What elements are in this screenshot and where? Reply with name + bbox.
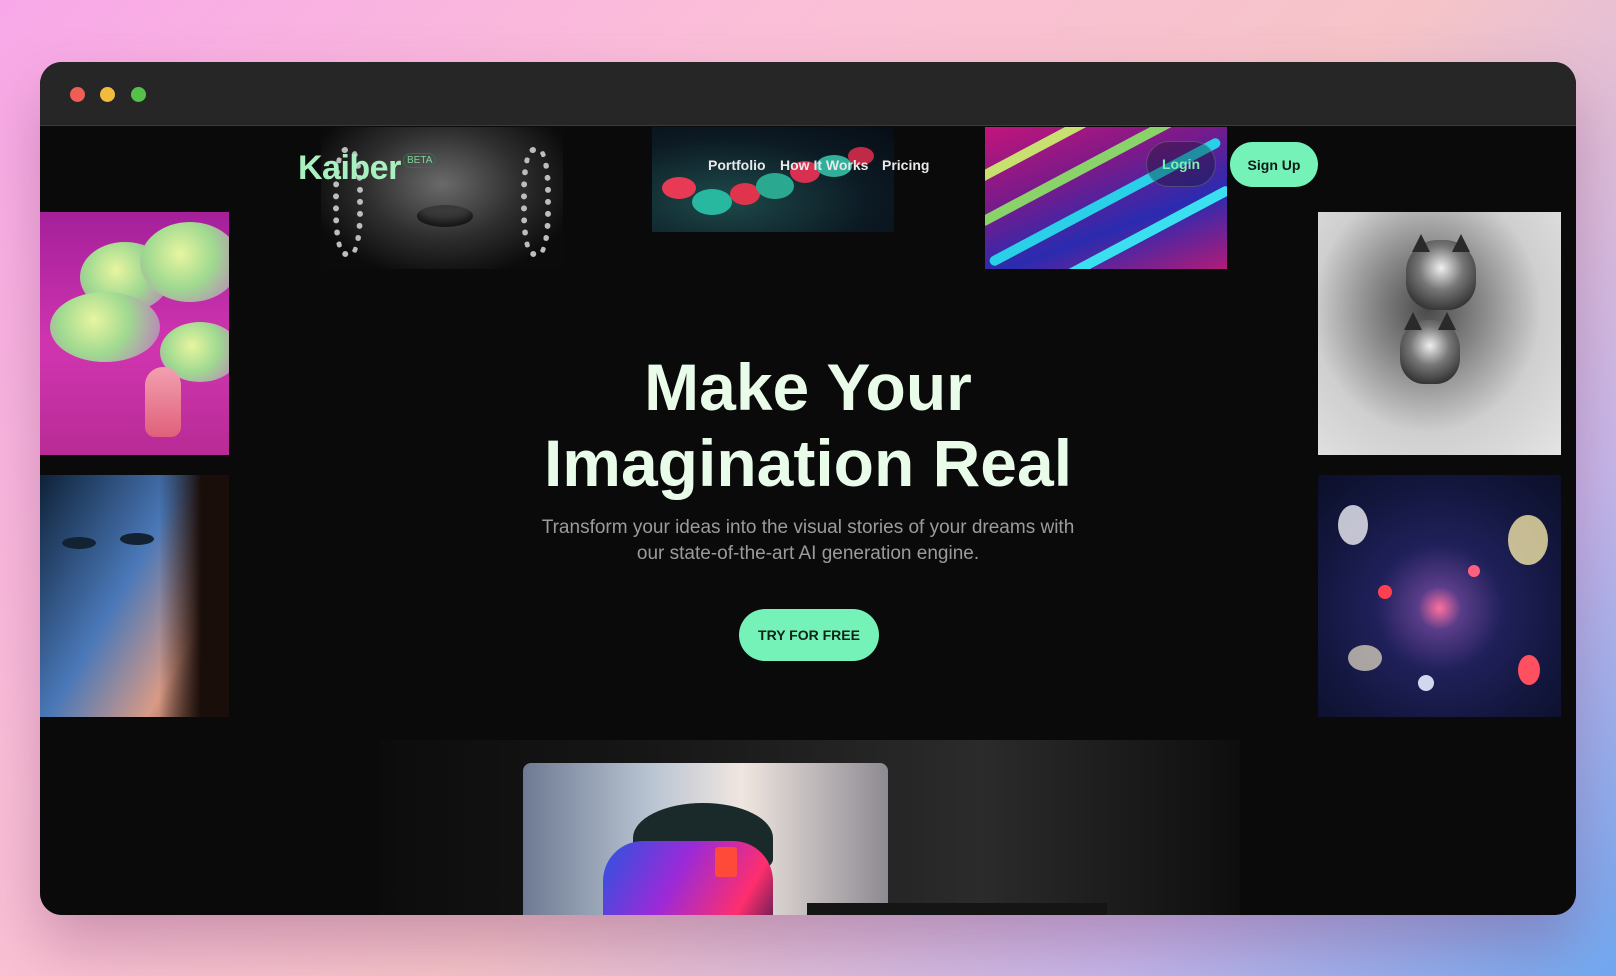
hero-title-line-1: Make Your	[644, 350, 972, 424]
glowing-blobs-image	[652, 127, 894, 232]
nav-link-pricing[interactable]: Pricing	[882, 157, 929, 173]
landing-page: Kaiber BETA Portfolio How It Works Prici…	[40, 127, 1576, 915]
hero-title: Make Your Imagination Real	[408, 349, 1208, 501]
browser-window: Kaiber BETA Portfolio How It Works Prici…	[40, 62, 1576, 915]
hero-subtitle-line-2: our state-of-the-art AI generation engin…	[636, 543, 980, 564]
preview-caption-bar	[807, 903, 1107, 915]
nav-link-how-it-works[interactable]: How It Works	[780, 157, 868, 173]
minimize-window-button[interactable]	[100, 87, 115, 102]
foxes-image	[1318, 212, 1561, 455]
cloud-astronaut-image	[40, 212, 229, 455]
nav-link-portfolio[interactable]: Portfolio	[708, 157, 766, 173]
cyberpunk-portrait-image	[523, 763, 888, 915]
sign-up-button[interactable]: Sign Up	[1230, 142, 1318, 187]
login-button[interactable]: Login	[1146, 141, 1216, 187]
close-window-button[interactable]	[70, 87, 85, 102]
woman-face-image	[40, 475, 229, 717]
maximize-window-button[interactable]	[131, 87, 146, 102]
hero-subtitle-line-1: Transform your ideas into the visual sto…	[541, 517, 1075, 538]
demo-preview-section	[380, 740, 1240, 915]
beta-badge: BETA	[403, 153, 437, 168]
hero-title-line-2: Imagination Real	[543, 426, 1073, 500]
kaiber-logo[interactable]: Kaiber	[298, 149, 401, 188]
try-for-free-button[interactable]: TRY FOR FREE	[739, 609, 879, 661]
particle-burst-image	[1318, 475, 1561, 717]
hero-subtitle: Transform your ideas into the visual sto…	[488, 515, 1128, 567]
window-titlebar	[40, 62, 1576, 126]
